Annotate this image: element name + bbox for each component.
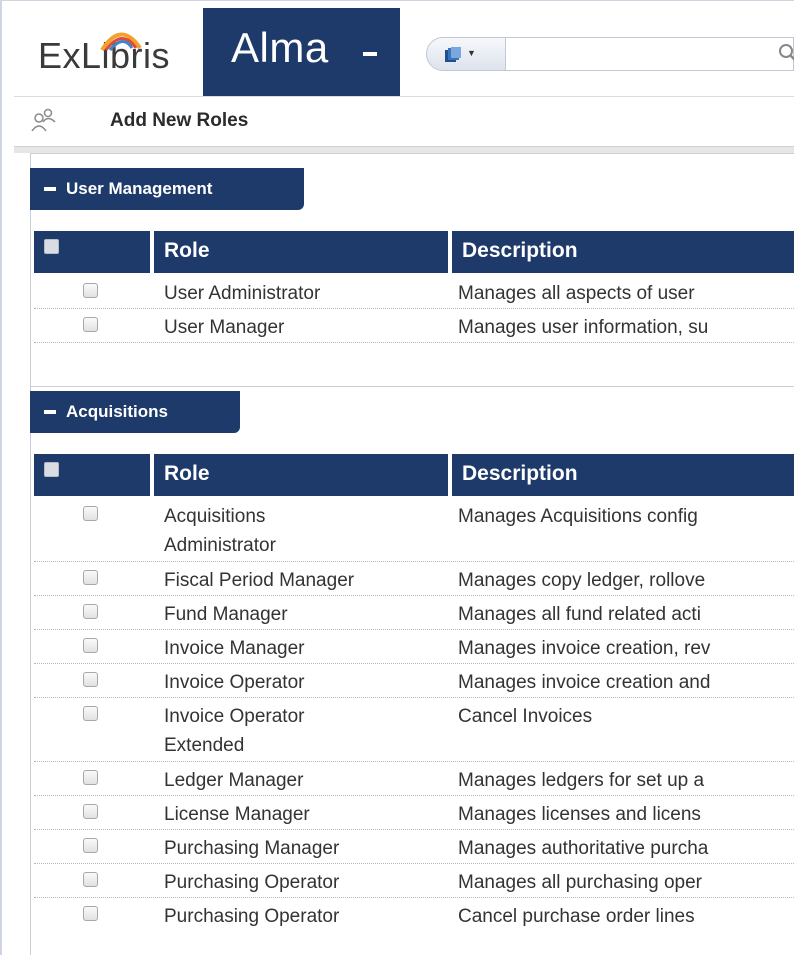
select-all-checkbox[interactable] xyxy=(44,239,59,254)
role-name: Fiscal Period Manager xyxy=(164,570,355,591)
section-toggle-user-management[interactable]: User Management xyxy=(30,168,304,210)
role-description: Cancel Invoices xyxy=(458,706,593,727)
alma-menu-button[interactable]: Alma xyxy=(203,8,400,96)
section-acquisitions: Acquisitions Role Description Acquisitio… xyxy=(14,376,794,955)
row-checkbox[interactable] xyxy=(83,872,98,887)
books-icon xyxy=(445,47,461,62)
role-name: User Manager xyxy=(164,317,285,338)
column-header-role[interactable]: Role xyxy=(154,231,448,273)
role-description: Manages all aspects of user xyxy=(458,283,695,304)
table-row[interactable]: Acquisitions Administrator Manages Acqui… xyxy=(34,498,794,562)
search-bar: ▼ xyxy=(426,37,794,71)
row-checkbox[interactable] xyxy=(83,672,98,687)
table-row[interactable]: Fund Manager Manages all fund related ac… xyxy=(34,596,794,630)
table-row[interactable]: Fiscal Period Manager Manages copy ledge… xyxy=(34,562,794,596)
role-description: Manages invoice creation and xyxy=(458,672,711,693)
column-header-role[interactable]: Role xyxy=(154,454,448,496)
role-name: Purchasing Manager xyxy=(164,838,340,859)
section-toggle-acquisitions[interactable]: Acquisitions xyxy=(30,391,240,433)
role-name: License Manager xyxy=(164,804,310,825)
table-row[interactable]: Invoice Manager Manages invoice creation… xyxy=(34,630,794,664)
row-checkbox[interactable] xyxy=(83,506,98,521)
role-description: Manages authoritative purcha xyxy=(458,838,709,859)
role-description: Manages invoice creation, rev xyxy=(458,638,711,659)
table-row[interactable]: Purchasing Operator Cancel purchase orde… xyxy=(34,898,794,932)
role-name: User Administrator xyxy=(164,283,321,304)
minus-icon xyxy=(44,410,56,414)
row-checkbox[interactable] xyxy=(83,604,98,619)
header-select-all[interactable] xyxy=(34,231,150,273)
section-title: Acquisitions xyxy=(66,402,169,421)
section-user-management: User Management Role Description User Ad… xyxy=(14,153,794,393)
app-name: Alma xyxy=(231,24,329,71)
role-name: Invoice Operator Extended xyxy=(164,706,305,756)
role-name: Acquisitions Administrator xyxy=(164,506,276,556)
role-description: Manages Acquisitions config xyxy=(458,506,698,527)
header-select-all[interactable] xyxy=(34,454,150,496)
role-description: Manages user information, su xyxy=(458,317,709,338)
logo-arc-icon xyxy=(100,32,142,52)
role-description: Manages ledgers for set up a xyxy=(458,770,705,791)
table-row[interactable]: Purchasing Manager Manages authoritative… xyxy=(34,830,794,864)
table-row[interactable]: User Administrator Manages all aspects o… xyxy=(34,275,794,309)
column-header-description[interactable]: Description xyxy=(452,454,794,496)
table-row[interactable]: Ledger Manager Manages ledgers for set u… xyxy=(34,762,794,796)
page-toolbar: Add New Roles xyxy=(14,96,794,146)
row-checkbox[interactable] xyxy=(83,638,98,653)
role-name: Fund Manager xyxy=(164,604,288,625)
users-icon xyxy=(31,108,56,132)
table-row[interactable]: Invoice Operator Extended Cancel Invoice… xyxy=(34,698,794,762)
role-description: Cancel purchase order lines xyxy=(458,906,695,927)
role-name: Ledger Manager xyxy=(164,770,304,791)
roles-grid-user-management: Role Description User Administrator Mana… xyxy=(34,231,794,351)
select-all-checkbox[interactable] xyxy=(44,462,59,477)
role-description: Manages all purchasing oper xyxy=(458,872,702,893)
row-checkbox[interactable] xyxy=(83,570,98,585)
search-icon[interactable] xyxy=(778,43,794,63)
table-row[interactable]: User Manager Manages user information, s… xyxy=(34,309,794,343)
table-row[interactable]: Invoice Operator Manages invoice creatio… xyxy=(34,664,794,698)
row-checkbox[interactable] xyxy=(83,283,98,298)
add-new-roles-button[interactable]: Add New Roles xyxy=(110,110,248,132)
toolbar-divider xyxy=(14,146,794,153)
search-input[interactable] xyxy=(506,37,794,71)
app-header: ExLibris Alma ▼ xyxy=(14,8,794,96)
role-description: Manages all fund related acti xyxy=(458,604,701,625)
row-checkbox[interactable] xyxy=(83,838,98,853)
role-name: Purchasing Operator xyxy=(164,872,340,893)
row-checkbox[interactable] xyxy=(83,804,98,819)
roles-grid-acquisitions: Role Description Acquisitions Administra… xyxy=(34,454,794,955)
grid-header: Role Description xyxy=(34,454,794,496)
table-row[interactable]: Purchasing Operator Manages all purchasi… xyxy=(34,864,794,898)
role-name: Invoice Manager xyxy=(164,638,305,659)
chevron-down-icon xyxy=(363,52,377,56)
role-name: Purchasing Operator xyxy=(164,906,340,927)
row-checkbox[interactable] xyxy=(83,906,98,921)
row-checkbox[interactable] xyxy=(83,706,98,721)
table-row[interactable]: License Manager Manages licenses and lic… xyxy=(34,796,794,830)
section-title: User Management xyxy=(66,179,213,198)
row-checkbox[interactable] xyxy=(83,317,98,332)
role-description: Manages licenses and licens xyxy=(458,804,701,825)
minus-icon xyxy=(44,187,56,191)
column-header-description[interactable]: Description xyxy=(452,231,794,273)
grid-header: Role Description xyxy=(34,231,794,273)
chevron-down-icon: ▼ xyxy=(467,48,476,58)
search-type-selector[interactable]: ▼ xyxy=(426,37,506,71)
role-name: Invoice Operator xyxy=(164,672,305,693)
role-description: Manages copy ledger, rollove xyxy=(458,570,706,591)
row-checkbox[interactable] xyxy=(83,770,98,785)
